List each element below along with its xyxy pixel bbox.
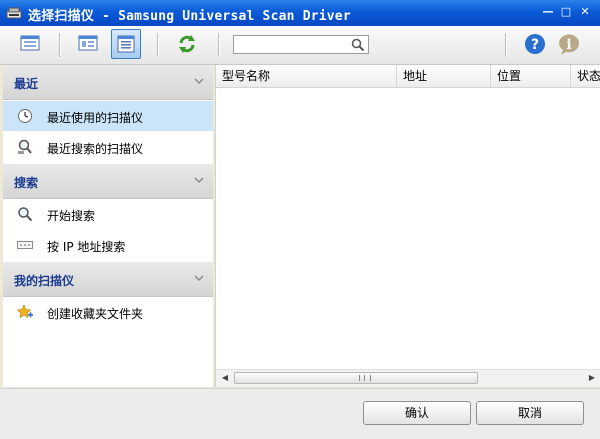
chevron-down-icon [194, 275, 204, 282]
column-header-model[interactable]: 型号名称 [216, 65, 397, 87]
toolbar: ? i [0, 26, 600, 65]
refresh-icon [179, 35, 195, 53]
svg-text:i: i [566, 37, 571, 53]
scanner-select-window: 选择扫描仪 - Samsung Universal Scan Driver — … [0, 0, 600, 439]
section-search-header[interactable]: 搜索 [3, 164, 213, 199]
search-history-icon [18, 139, 32, 154]
refresh-button[interactable] [172, 29, 202, 59]
list-view-icon [117, 35, 135, 53]
horizontal-scrollbar[interactable]: ◀ ▶ [216, 369, 600, 387]
view-large-icons-button[interactable] [16, 29, 46, 59]
section-recent-title: 最近 [14, 77, 39, 91]
title-bar: 选择扫描仪 - Samsung Universal Scan Driver — … [0, 0, 600, 26]
sidebar-item-recent-searched[interactable]: 最近搜索的扫描仪 [3, 132, 213, 162]
svg-text:?: ? [531, 37, 539, 53]
cancel-button[interactable]: 取消 [476, 401, 584, 425]
maximize-button[interactable]: □ [558, 5, 574, 19]
section-search-title: 搜索 [14, 176, 39, 190]
large-icons-view-icon [20, 35, 40, 51]
sidebar-item-search-by-ip[interactable]: 按 IP 地址搜索 [3, 230, 213, 260]
window-title: 选择扫描仪 - Samsung Universal Scan Driver [28, 9, 351, 24]
table-header: 型号名称 地址 位置 状态 [216, 65, 600, 88]
sidebar-item-recent-used[interactable]: 最近使用的扫描仪 [3, 101, 213, 131]
search-input[interactable] [236, 37, 346, 52]
close-button[interactable]: ✕ [577, 5, 593, 19]
search-box [233, 35, 369, 54]
magnifier-icon [18, 207, 33, 222]
scanner-app-icon [6, 7, 22, 19]
info-icon: i [559, 34, 579, 55]
section-recent-header[interactable]: 最近 [3, 65, 213, 100]
minimize-button[interactable]: — [540, 5, 556, 19]
clock-icon [18, 109, 32, 123]
sidebar-item-label: 创建收藏夹文件夹 [47, 307, 144, 321]
info-button[interactable]: i [554, 29, 584, 59]
sidebar-item-label: 按 IP 地址搜索 [47, 240, 126, 254]
add-favorite-icon [17, 304, 33, 319]
details-view-icon [78, 35, 98, 51]
ip-address-icon [17, 241, 33, 249]
scroll-left-arrow-icon[interactable]: ◀ [218, 371, 232, 385]
sidebar-item-label: 最近使用的扫描仪 [47, 111, 144, 125]
column-header-status[interactable]: 状态 [571, 65, 600, 87]
view-details-button[interactable] [74, 29, 104, 59]
sidebar-item-create-favorite-folder[interactable]: 创建收藏夹文件夹 [3, 297, 213, 327]
scanner-navigation-panel: 最近 最近使用的扫描仪 最近搜索的扫描仪 搜索 开始搜索 按 IP 地址搜索 我… [3, 65, 213, 387]
search-icon[interactable] [351, 38, 365, 52]
dialog-button-bar: 确认 取消 [0, 388, 600, 439]
scroll-right-arrow-icon[interactable]: ▶ [585, 371, 599, 385]
help-icon: ? [525, 34, 545, 54]
scanner-list: 型号名称 地址 位置 状态 ◀ ▶ [215, 65, 600, 387]
column-header-address[interactable]: 地址 [397, 65, 491, 87]
sidebar-item-start-search[interactable]: 开始搜索 [3, 199, 213, 229]
column-header-location[interactable]: 位置 [491, 65, 571, 87]
view-list-button[interactable] [111, 29, 141, 59]
sidebar-item-label: 最近搜索的扫描仪 [47, 142, 144, 156]
section-my-scanners-title: 我的扫描仪 [14, 274, 75, 288]
ok-button[interactable]: 确认 [363, 401, 471, 425]
help-button[interactable]: ? [520, 29, 550, 59]
section-my-scanners-header[interactable]: 我的扫描仪 [3, 262, 213, 297]
scrollbar-thumb[interactable] [234, 372, 478, 384]
chevron-down-icon [194, 177, 204, 184]
chevron-down-icon [194, 78, 204, 85]
sidebar-item-label: 开始搜索 [47, 209, 96, 223]
